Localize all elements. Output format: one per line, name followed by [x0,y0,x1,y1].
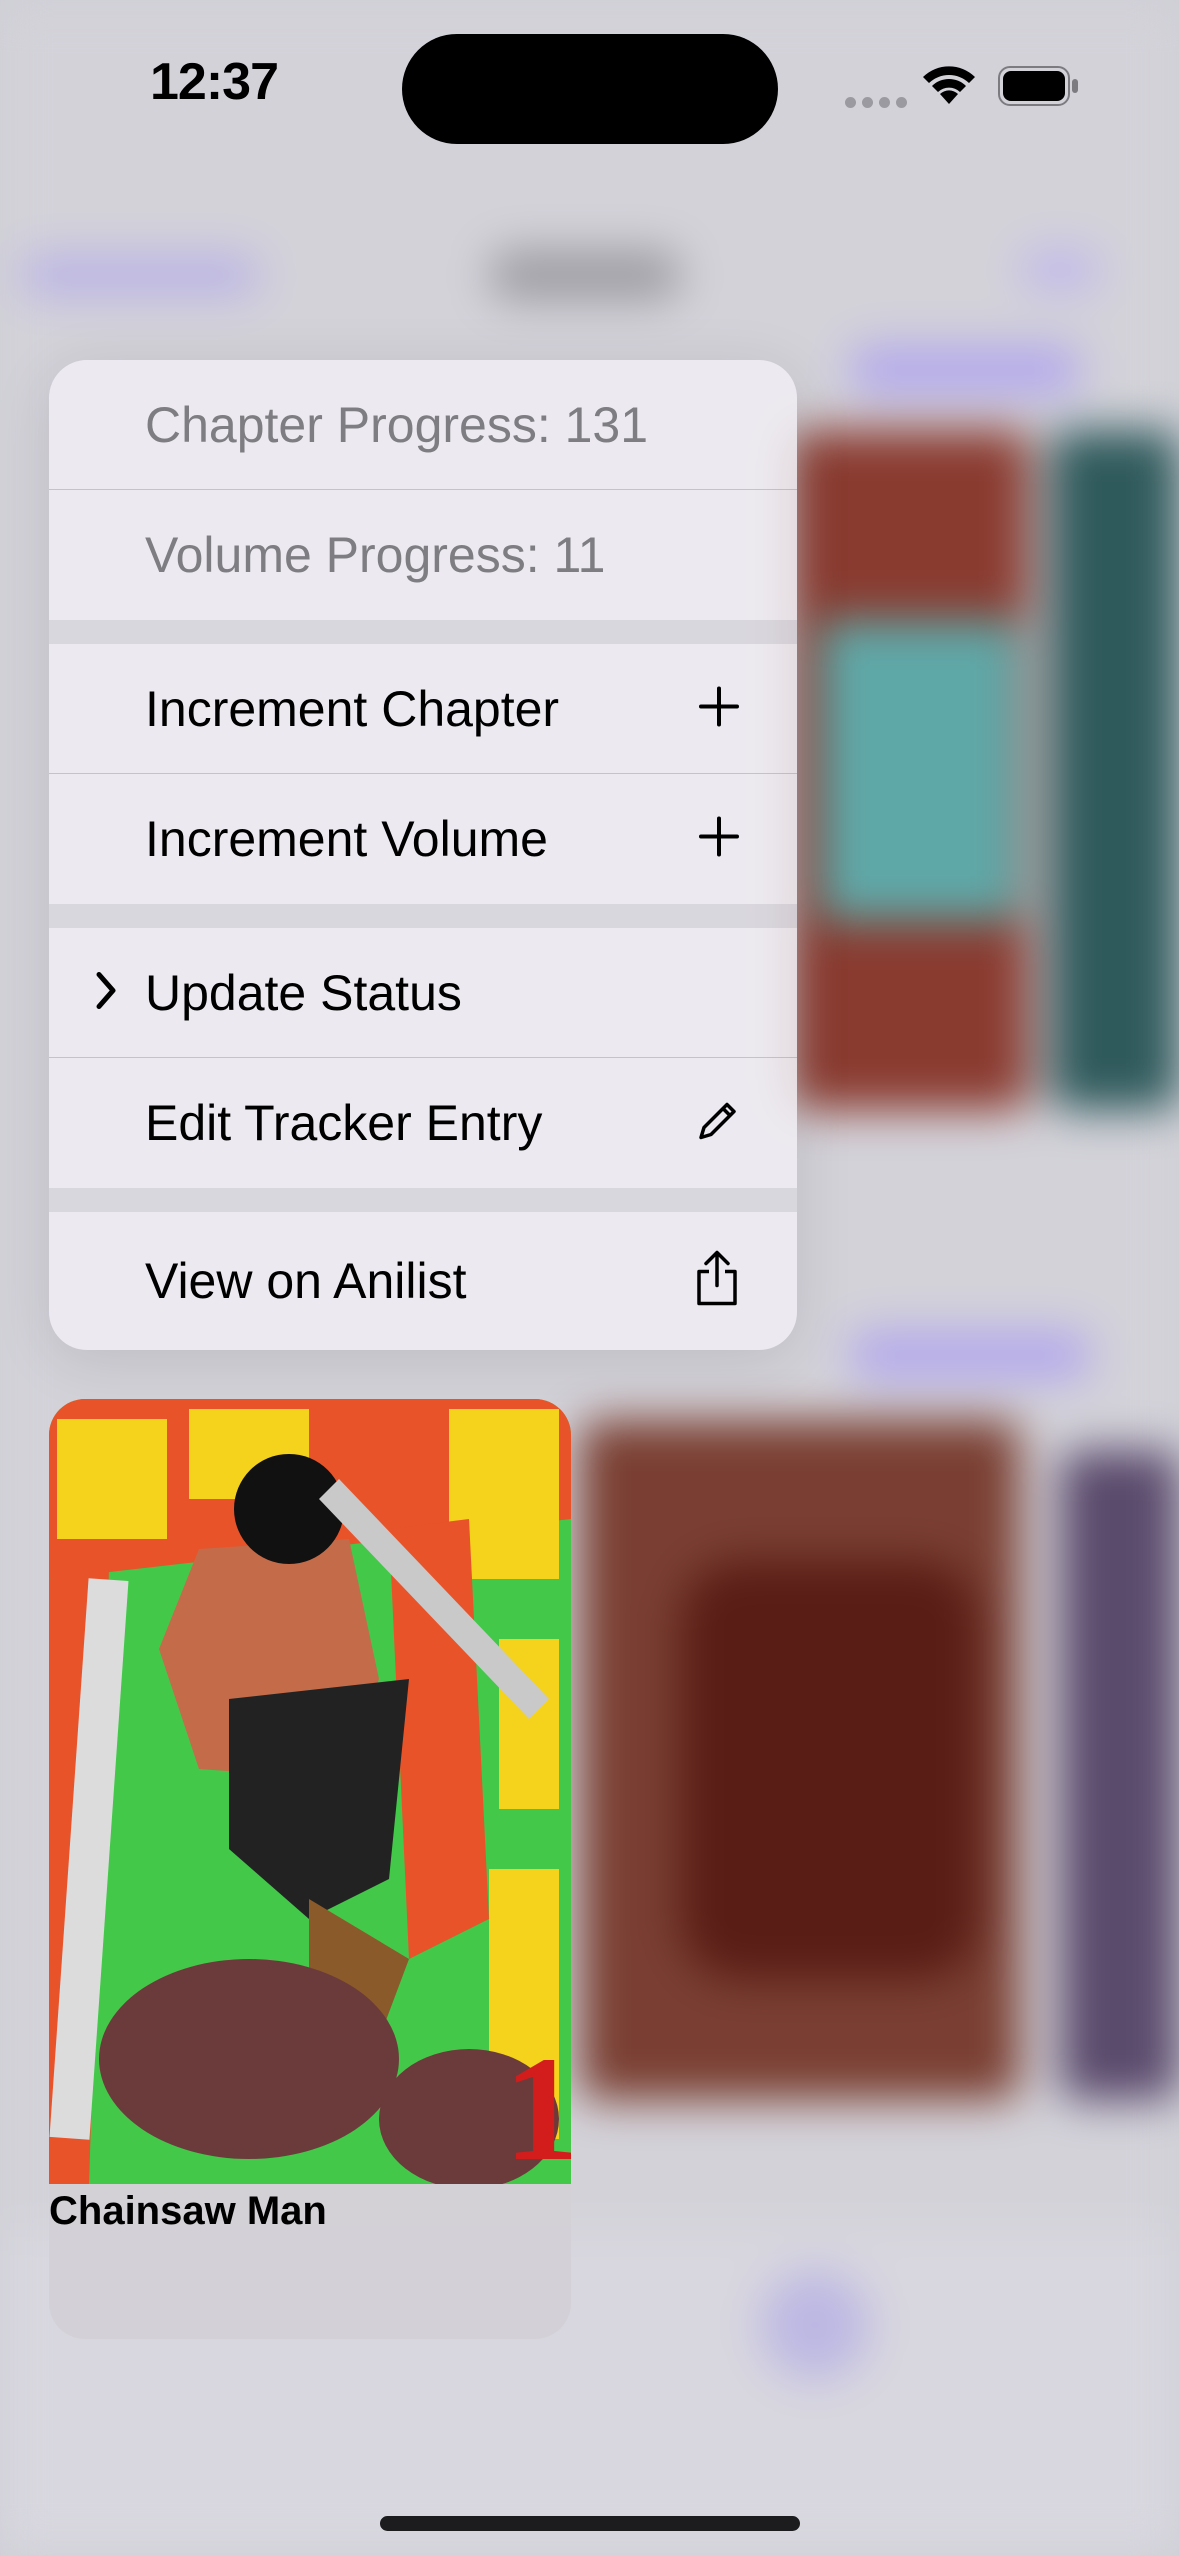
wifi-icon [920,62,978,111]
update-status-label: Update Status [145,964,462,1021]
plus-icon [697,815,741,864]
chevron-right-icon [93,970,119,1015]
view-on-anilist-item[interactable]: View on Anilist [49,1212,797,1350]
manga-preview-card[interactable]: 1 Chainsaw Man [49,1399,571,2339]
edit-tracker-entry-label: Edit Tracker Entry [145,1095,543,1151]
home-indicator[interactable] [380,2516,800,2531]
context-menu: Chapter Progress: 131 Volume Progress: 1… [49,360,797,1350]
svg-text:1: 1 [504,2026,571,2184]
status-time: 12:37 [150,53,279,111]
manga-title: Chainsaw Man [49,2189,327,2233]
update-status-item[interactable]: Update Status [49,928,797,1058]
increment-chapter-label: Increment Chapter [145,680,560,737]
share-icon [693,1250,741,1313]
edit-tracker-entry-item[interactable]: Edit Tracker Entry [49,1058,797,1188]
menu-section-divider [49,904,797,928]
chapter-progress-item: Chapter Progress: 131 [49,360,797,490]
plus-icon [697,684,741,733]
increment-volume-label: Increment Volume [145,811,548,867]
volume-progress-item: Volume Progress: 11 [49,490,797,620]
menu-section-divider [49,1188,797,1212]
chapter-progress-label: Chapter Progress: 131 [145,396,649,453]
cellular-signal-icon [845,95,913,113]
volume-progress-label: Volume Progress: 11 [145,527,606,583]
dynamic-island [402,34,778,144]
view-on-anilist-label: View on Anilist [145,1253,467,1309]
pencil-icon [695,1098,741,1149]
increment-volume-item[interactable]: Increment Volume [49,774,797,904]
manga-cover-image: 1 [49,1399,571,2192]
menu-section-divider [49,620,797,644]
increment-chapter-item[interactable]: Increment Chapter [49,644,797,774]
battery-icon [998,66,1080,111]
